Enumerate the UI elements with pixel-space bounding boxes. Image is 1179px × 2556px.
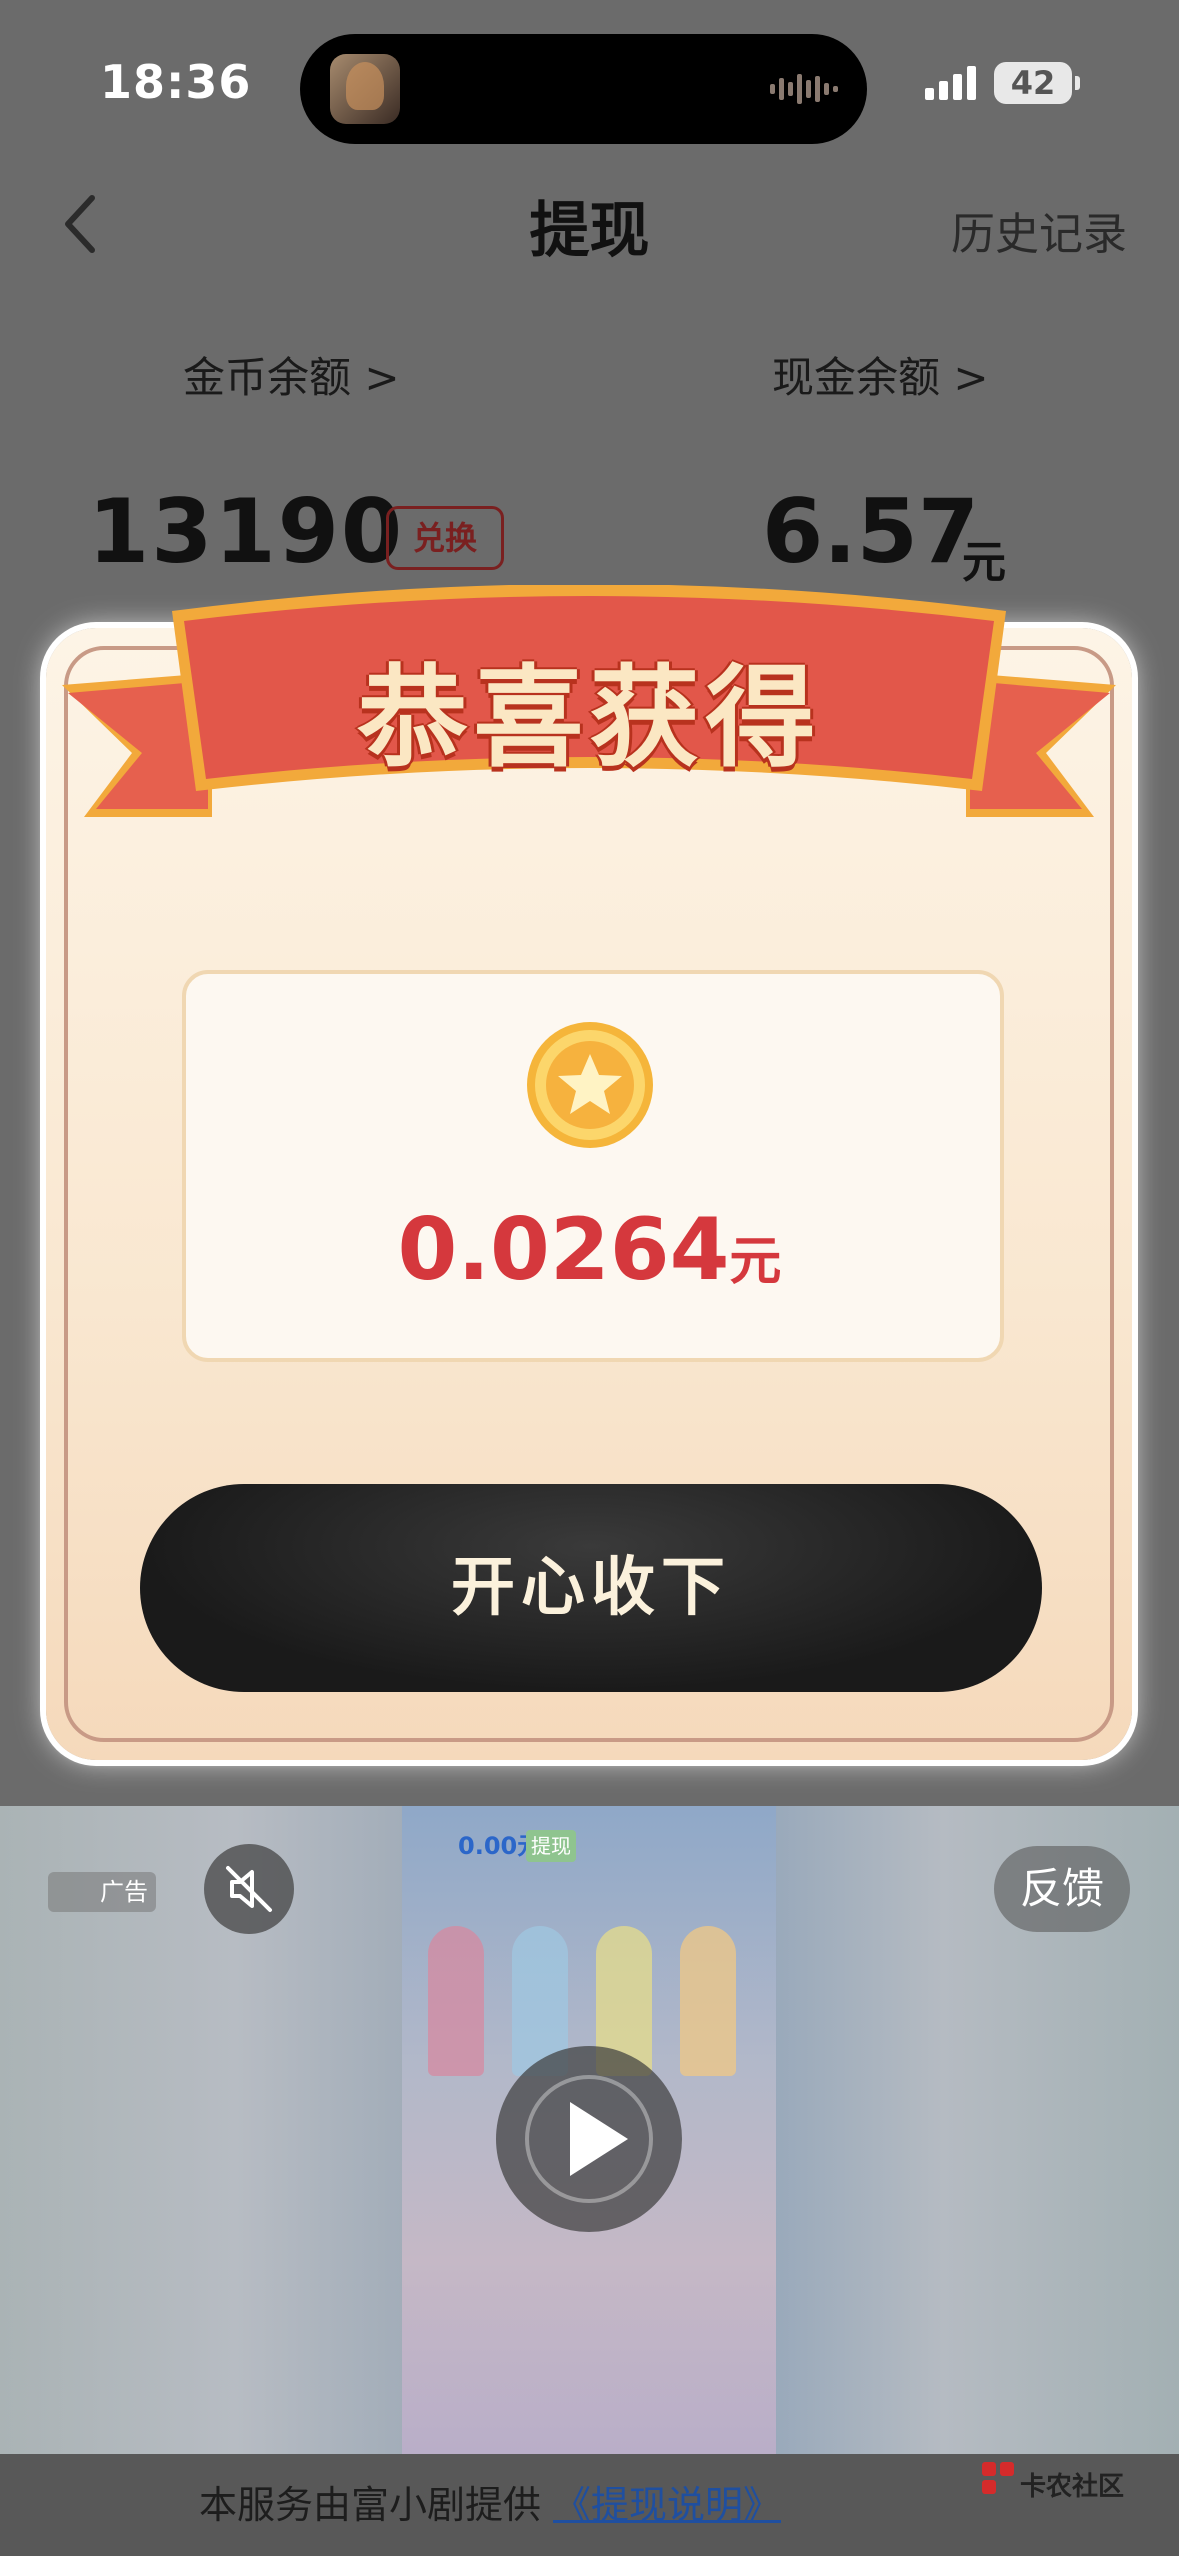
coin-balance-value: 13190 — [88, 480, 405, 583]
footer-text: 本服务由富小剧提供 《提现说明》 — [0, 2474, 980, 2529]
ad-banner[interactable]: 0.00元 提现 广告 反馈 — [0, 1806, 1179, 2454]
cash-balance-value: 6.57 — [762, 480, 980, 583]
ad-figure — [680, 1926, 736, 2076]
status-bar: 18:36 42 — [0, 0, 1179, 170]
provider-text: 本服务由富小剧提供 — [198, 2483, 541, 2527]
history-link[interactable]: 历史记录 — [951, 198, 1127, 262]
withdraw-info-link[interactable]: 《提现说明》 — [553, 2483, 781, 2527]
ad-video-balance: 0.00元 — [458, 1832, 542, 1860]
now-playing-thumbnail — [330, 54, 400, 124]
exchange-button[interactable]: 兑换 — [386, 506, 504, 570]
reward-amount-unit: 元 — [729, 1232, 782, 1292]
coin-balance-link[interactable]: 金币余额 > — [183, 344, 400, 405]
play-button[interactable] — [496, 2046, 682, 2232]
cash-balance-link[interactable]: 现金余额 > — [772, 344, 989, 405]
mute-button[interactable] — [204, 1844, 294, 1934]
muted-speaker-icon — [226, 1866, 272, 1912]
battery-indicator: 42 — [994, 62, 1080, 104]
cellular-signal-icon — [925, 66, 976, 100]
watermark-logo-icon — [982, 2462, 1014, 2494]
audio-waveform-icon — [770, 74, 838, 104]
dynamic-island[interactable] — [300, 34, 867, 144]
reward-amount: 0.0264元 — [0, 1200, 1179, 1300]
status-time: 18:36 — [100, 55, 252, 109]
watermark-text: 卡农社区 — [1020, 2472, 1125, 2502]
reward-amount-value: 0.0264 — [397, 1200, 730, 1300]
ad-badge: 广告 — [48, 1872, 156, 1912]
accept-button[interactable]: 开心收下 — [140, 1484, 1042, 1692]
modal-title: 恭喜获得 — [357, 654, 822, 782]
ad-figure — [428, 1926, 484, 2076]
ad-video-tag: 提现 — [526, 1830, 576, 1862]
gold-coin-star-icon — [527, 1022, 653, 1148]
cash-unit: 元 — [962, 537, 1006, 588]
play-icon — [525, 2075, 653, 2203]
feedback-button[interactable]: 反馈 — [994, 1846, 1130, 1932]
